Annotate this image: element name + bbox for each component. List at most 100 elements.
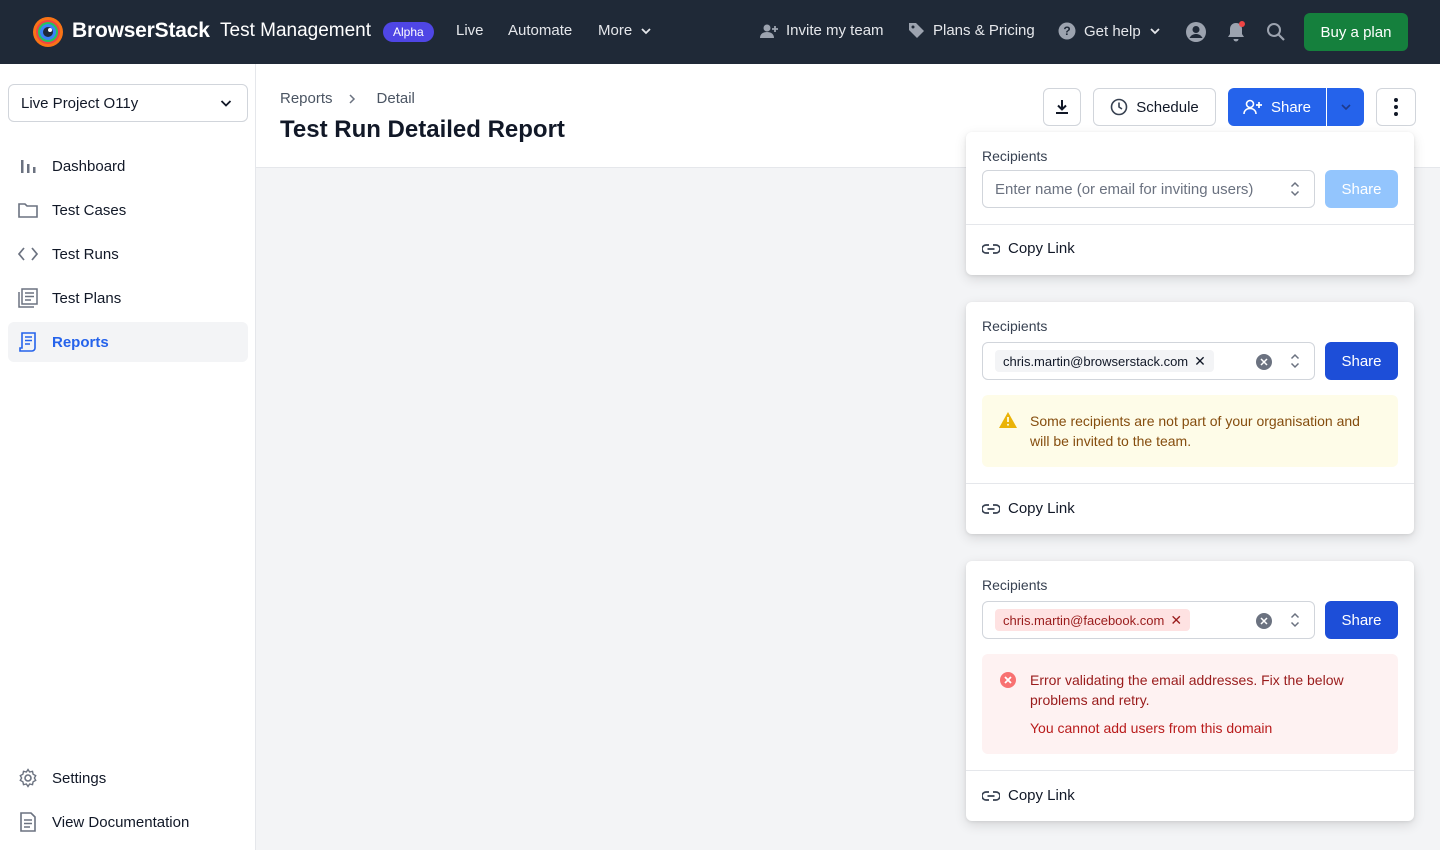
sidebar-item-label: Settings — [52, 769, 107, 787]
warning-triangle-icon — [999, 412, 1017, 428]
warning-text: Some recipients are not part of your org… — [1030, 413, 1360, 449]
alpha-badge: Alpha — [383, 22, 434, 42]
recipients-label: Recipients — [982, 577, 1048, 593]
svg-text:?: ? — [1063, 24, 1070, 38]
copy-link-button[interactable]: Copy Link — [982, 500, 1075, 517]
sidebar: Live Project O11y Dashboard Test Cases T… — [0, 64, 256, 850]
copy-link-label: Copy Link — [1008, 240, 1075, 257]
link-icon — [982, 790, 1000, 801]
invite-team-link[interactable]: Invite my team — [760, 22, 884, 39]
copy-link-label: Copy Link — [1008, 787, 1075, 804]
recipients-input[interactable]: chris.martin@facebook.com ✕ — [982, 601, 1315, 639]
recipients-input[interactable]: Enter name (or email for inviting users) — [982, 170, 1315, 208]
top-navbar: BrowserStack Test Management Alpha Live … — [0, 0, 1440, 64]
sidebar-item-test-runs[interactable]: Test Runs — [8, 234, 248, 274]
breadcrumb: Reports Detail — [280, 90, 415, 107]
user-plus-icon — [1243, 99, 1262, 115]
selector-updown-icon — [1290, 181, 1300, 197]
plans-pricing-link[interactable]: Plans & Pricing — [908, 22, 1035, 39]
panel-divider — [966, 483, 1414, 484]
get-help-label: Get help — [1084, 22, 1141, 40]
project-select-value: Live Project O11y — [21, 94, 139, 112]
user-account-icon[interactable] — [1184, 20, 1208, 44]
schedule-label: Schedule — [1136, 98, 1199, 116]
recipients-placeholder: Enter name (or email for inviting users) — [995, 180, 1254, 198]
gear-icon — [18, 768, 38, 788]
sidebar-item-test-plans[interactable]: Test Plans — [8, 278, 248, 318]
download-button[interactable] — [1043, 88, 1081, 126]
schedule-button[interactable]: Schedule — [1093, 88, 1216, 126]
nav-live[interactable]: Live — [456, 22, 484, 39]
share-button[interactable]: Share — [1228, 88, 1326, 126]
folder-icon — [18, 200, 38, 220]
browserstack-logo-icon[interactable] — [32, 16, 64, 48]
sidebar-item-settings[interactable]: Settings — [8, 758, 248, 798]
breadcrumb-detail: Detail — [376, 90, 415, 107]
link-icon — [982, 243, 1000, 254]
tag-icon — [909, 23, 924, 38]
chevron-down-icon — [641, 27, 651, 34]
download-icon — [1056, 100, 1068, 114]
share-submit-button[interactable]: Share — [1325, 342, 1398, 380]
sidebar-item-label: Reports — [52, 333, 109, 351]
share-submit-button[interactable]: Share — [1325, 170, 1398, 208]
error-text: Error validating the email addresses. Fi… — [1030, 672, 1344, 708]
breadcrumb-reports[interactable]: Reports — [280, 90, 333, 107]
product-name[interactable]: Test Management — [220, 20, 371, 42]
bell-icon[interactable] — [1224, 20, 1248, 44]
sidebar-item-dashboard[interactable]: Dashboard — [8, 146, 248, 186]
recipients-label: Recipients — [982, 148, 1048, 164]
sidebar-item-test-cases[interactable]: Test Cases — [8, 190, 248, 230]
share-dropdown-button[interactable] — [1327, 88, 1364, 126]
recipient-chip-invalid: chris.martin@facebook.com ✕ — [995, 609, 1191, 631]
error-circle-icon — [1000, 672, 1016, 688]
copy-link-label: Copy Link — [1008, 500, 1075, 517]
brand-name[interactable]: BrowserStack — [72, 19, 210, 43]
nav-more-label: More — [598, 22, 633, 39]
report-icon — [18, 332, 38, 352]
document-icon — [18, 812, 38, 832]
sidebar-item-label: Test Cases — [52, 201, 127, 219]
share-panel-empty: Recipients Enter name (or email for invi… — [966, 132, 1414, 275]
bar-chart-icon — [18, 156, 38, 176]
sidebar-item-label: View Documentation — [52, 813, 190, 831]
sidebar-item-reports[interactable]: Reports — [8, 322, 248, 362]
nav-more[interactable]: More — [598, 22, 652, 39]
warning-alert: Some recipients are not part of your org… — [982, 395, 1398, 467]
invite-team-label: Invite my team — [786, 22, 884, 39]
user-plus-icon — [760, 24, 778, 38]
nav-automate[interactable]: Automate — [508, 22, 572, 39]
more-options-button[interactable] — [1376, 88, 1416, 126]
share-panel-error: Recipients chris.martin@facebook.com ✕ S… — [966, 561, 1414, 821]
link-icon — [982, 503, 1000, 514]
recipients-label: Recipients — [982, 318, 1048, 334]
recipients-input[interactable]: chris.martin@browserstack.com ✕ — [982, 342, 1315, 380]
clock-icon — [1110, 98, 1128, 116]
sidebar-item-label: Dashboard — [52, 157, 126, 175]
project-select[interactable]: Live Project O11y — [8, 84, 248, 122]
sidebar-item-documentation[interactable]: View Documentation — [8, 802, 248, 842]
chevron-down-icon — [1150, 28, 1160, 35]
search-icon[interactable] — [1264, 20, 1288, 44]
clear-input-icon[interactable] — [1256, 354, 1272, 370]
get-help-menu[interactable]: ? Get help — [1058, 22, 1161, 40]
copy-link-button[interactable]: Copy Link — [982, 787, 1075, 804]
recipient-chip-email: chris.martin@browserstack.com — [1003, 353, 1189, 369]
buy-plan-button[interactable]: Buy a plan — [1304, 13, 1408, 51]
chip-remove-icon[interactable]: ✕ — [1194, 353, 1206, 370]
share-submit-button[interactable]: Share — [1325, 601, 1398, 639]
copy-link-button[interactable]: Copy Link — [982, 240, 1075, 257]
clear-input-icon[interactable] — [1256, 613, 1272, 629]
selector-updown-icon — [1290, 612, 1300, 628]
chevron-right-icon — [349, 93, 355, 104]
sidebar-item-label: Test Plans — [52, 289, 122, 307]
panel-divider — [966, 224, 1414, 225]
recipient-chip-email: chris.martin@facebook.com — [1003, 612, 1165, 628]
selector-updown-icon — [1290, 353, 1300, 369]
chip-remove-icon[interactable]: ✕ — [1170, 612, 1182, 629]
chevron-down-icon — [220, 100, 232, 107]
error-alert: Error validating the email addresses. Fi… — [982, 654, 1398, 754]
more-vertical-icon — [1394, 98, 1398, 116]
help-circle-icon: ? — [1058, 22, 1076, 40]
plans-pricing-label: Plans & Pricing — [933, 22, 1035, 39]
